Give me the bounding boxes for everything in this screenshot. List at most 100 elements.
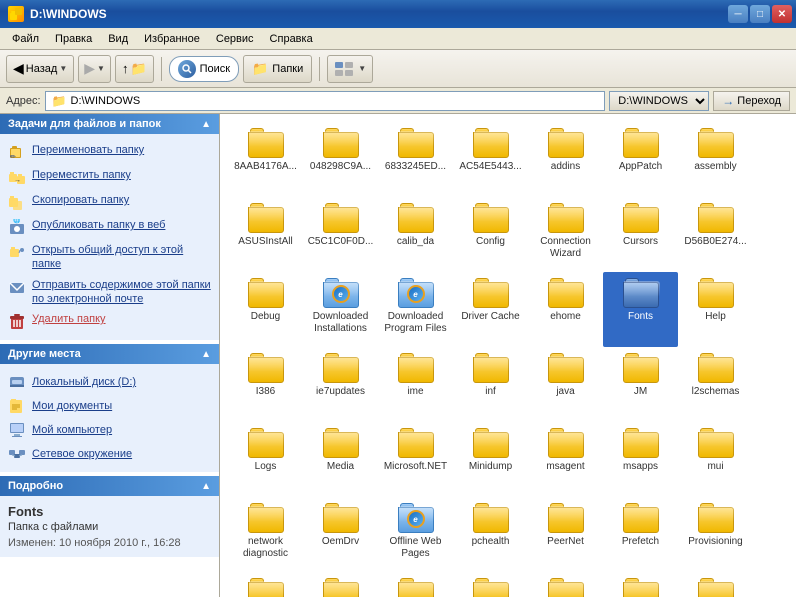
action-rename[interactable]: ✏ Переименовать папку [4,140,215,165]
file-item[interactable]: Fonts [603,272,678,347]
address-label: Адрес: [6,95,41,107]
file-item[interactable]: Microsoft.NET [378,422,453,497]
file-item[interactable]: repair [453,572,528,597]
folder-icon [473,203,509,233]
file-item[interactable]: Logs [228,422,303,497]
close-button[interactable]: ✕ [772,5,792,23]
up-button[interactable]: ↑ 📁 [115,55,154,83]
back-label: Назад [26,63,58,75]
file-item[interactable]: l2schemas [678,347,753,422]
file-item[interactable]: Registration [378,572,453,597]
file-item[interactable]: D56B0E274... [678,197,753,272]
file-item[interactable]: 8AAB4176A... [228,122,303,197]
file-name: I386 [256,386,275,398]
address-input-wrap[interactable]: 📁 [45,91,606,111]
details-header[interactable]: Подробно ▲ [0,476,219,496]
action-publish[interactable]: 🌐 Опубликовать папку в веб [4,215,215,240]
file-item[interactable]: Connection Wizard [528,197,603,272]
file-item[interactable]: mui [678,422,753,497]
file-item[interactable]: e Offline Web Pages [378,497,453,572]
action-share-text: Открыть общий доступ к этой папке [32,243,211,272]
file-item[interactable]: network diagnostic [228,497,303,572]
place-network[interactable]: Сетевое окружение [4,442,215,466]
menu-file[interactable]: Файл [4,31,47,47]
file-item[interactable]: Cursors [603,197,678,272]
file-item[interactable]: msapps [603,422,678,497]
file-item[interactable]: PeerNet [528,497,603,572]
file-item[interactable]: Resources [528,572,603,597]
menu-help[interactable]: Справка [262,31,321,47]
views-dropdown-icon[interactable]: ▼ [358,64,366,73]
action-share[interactable]: Открыть общий доступ к этой папке [4,240,215,275]
place-my-docs[interactable]: Мои документы [4,394,215,418]
maximize-button[interactable]: □ [750,5,770,23]
place-my-docs-text: Мои документы [32,400,112,412]
file-item[interactable]: Driver Cache [453,272,528,347]
file-area[interactable]: 8AAB4176A... 048298C9A... 6833245ED... A… [220,114,796,597]
views-button[interactable]: ▼ [327,55,373,83]
file-item[interactable]: addins [528,122,603,197]
search-box[interactable]: Поиск [169,56,239,82]
action-delete[interactable]: Удалить папку [4,309,215,334]
file-name: Logs [255,461,277,473]
file-item[interactable]: OemDrv [303,497,378,572]
go-button[interactable]: → Переход [713,91,790,111]
file-item[interactable]: JM [603,347,678,422]
file-item[interactable]: Prefetch [603,497,678,572]
place-my-computer[interactable]: Мой компьютер [4,418,215,442]
file-item[interactable]: Registered... [303,572,378,597]
menu-tools[interactable]: Сервис [208,31,262,47]
file-item[interactable]: e Downloaded Installations [303,272,378,347]
file-name: Minidump [469,461,512,473]
file-item[interactable]: Minidump [453,422,528,497]
file-item[interactable]: Help [678,272,753,347]
file-item[interactable]: ehome [528,272,603,347]
toolbar: ◀ Назад ▼ ▶ ▼ ↑ 📁 Поиск 📁 Папки ▼ [0,50,796,88]
copy-icon [8,194,26,212]
file-item[interactable]: C5C1C0F0D... [303,197,378,272]
file-item[interactable]: ie7updates [303,347,378,422]
minimize-button[interactable]: ─ [728,5,748,23]
menu-view[interactable]: Вид [100,31,136,47]
file-item[interactable]: java [528,347,603,422]
file-item[interactable]: 048298C9A... [303,122,378,197]
file-item[interactable]: msagent [528,422,603,497]
folder-icon [623,353,659,383]
file-item[interactable]: e Downloaded Program Files [378,272,453,347]
file-item[interactable]: calib_da [378,197,453,272]
file-item[interactable]: ServicePac... [678,572,753,597]
file-item[interactable]: pchealth [453,497,528,572]
file-item[interactable]: security [603,572,678,597]
file-item[interactable]: Provisioning [678,497,753,572]
back-dropdown-icon[interactable]: ▼ [59,64,67,73]
file-item[interactable]: I386 [228,347,303,422]
file-item[interactable]: AC54E5443... [453,122,528,197]
menu-edit[interactable]: Правка [47,31,100,47]
back-button[interactable]: ◀ Назад ▼ [6,55,74,83]
file-item[interactable]: inf [453,347,528,422]
action-email[interactable]: Отправить содержимое этой папки по элект… [4,275,215,310]
other-places-header[interactable]: Другие места ▲ [0,344,219,364]
forward-button[interactable]: ▶ ▼ [78,55,111,83]
details-body: Fonts Папка с файлами Изменен: 10 ноября… [0,496,219,557]
file-item[interactable]: ASUSInstAll [228,197,303,272]
address-input[interactable] [71,95,599,107]
file-item[interactable]: Debug [228,272,303,347]
address-dropdown[interactable]: D:\WINDOWS [609,91,709,111]
place-local-disk[interactable]: Локальный диск (D:) [4,370,215,394]
file-item[interactable]: Media [303,422,378,497]
file-item[interactable]: assembly [678,122,753,197]
folder-icon [698,353,734,383]
file-item[interactable]: 6833245ED... [378,122,453,197]
action-move[interactable]: → Переместить папку [4,165,215,190]
tasks-header[interactable]: Задачи для файлов и папок ▲ [0,114,219,134]
file-item[interactable]: ime [378,347,453,422]
file-item[interactable]: Config [453,197,528,272]
menu-favorites[interactable]: Избранное [136,31,208,47]
folders-button[interactable]: 📁 Папки [243,55,312,83]
file-item[interactable]: AppPatch [603,122,678,197]
forward-dropdown-icon[interactable]: ▼ [97,64,105,73]
file-item[interactable]: pss [228,572,303,597]
folder-icon [398,128,434,158]
action-copy[interactable]: Скопировать папку [4,190,215,215]
